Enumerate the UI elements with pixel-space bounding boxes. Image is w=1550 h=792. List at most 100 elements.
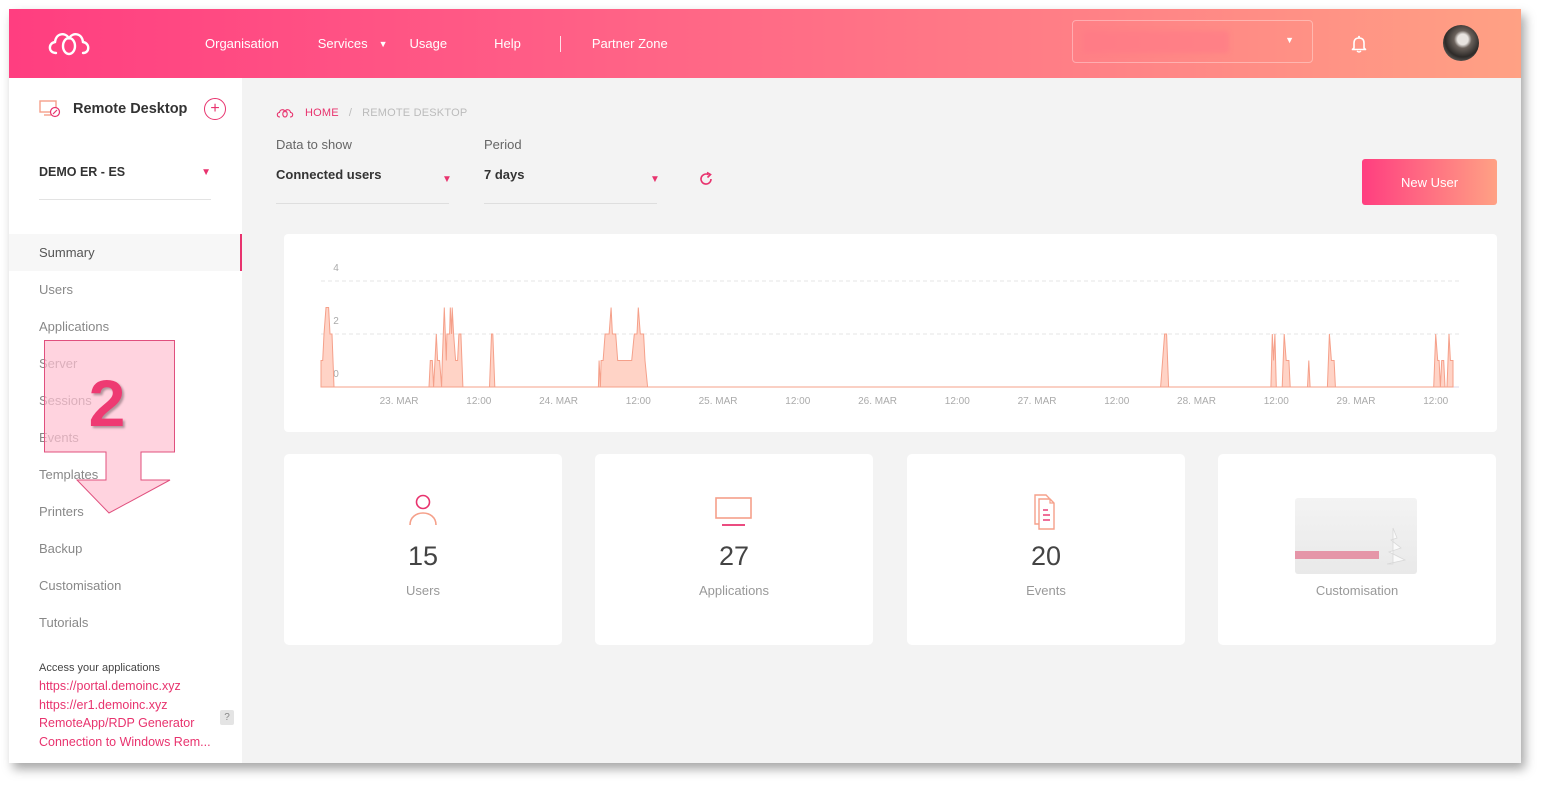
data-to-show-label: Data to show xyxy=(276,137,352,152)
period-label: Period xyxy=(484,137,522,152)
app-window: Organisation Services ▼ Usage Help Partne… xyxy=(9,9,1521,763)
x-tick-label: 12:00 xyxy=(1423,396,1448,407)
refresh-icon[interactable] xyxy=(697,170,715,188)
tile-customisation[interactable]: Customisation xyxy=(1218,454,1496,645)
y-tick-label: 2 xyxy=(333,316,339,327)
rdp-generator-link[interactable]: RemoteApp/RDP Generator xyxy=(39,714,234,733)
tile-users[interactable]: 15 Users xyxy=(284,454,562,645)
cloud-home-icon[interactable] xyxy=(276,108,294,118)
summary-tiles: 15 Users 27 Applications 20 Events Custo… xyxy=(284,454,1497,645)
nav-label: Help xyxy=(494,36,521,51)
remote-desktop-icon xyxy=(39,100,61,118)
portal-link[interactable]: https://portal.demoinc.xyz xyxy=(39,677,234,696)
tile-applications[interactable]: 27 Applications xyxy=(595,454,873,645)
monitor-icon xyxy=(715,497,752,526)
nav-services[interactable]: Services ▼ xyxy=(318,36,388,51)
x-tick-label: 23. MAR xyxy=(380,396,419,407)
sidebar-menu: Summary Users Applications Server Sessio… xyxy=(9,234,242,641)
x-tick-label: 12:00 xyxy=(466,396,491,407)
period-filter: Period 7 days ▼ xyxy=(484,137,660,204)
data-to-show-select[interactable]: Connected users ▼ xyxy=(276,157,452,204)
x-tick-label: 12:00 xyxy=(626,396,651,407)
series-area xyxy=(320,307,1454,388)
customisation-image xyxy=(1295,498,1417,574)
documents-icon xyxy=(1034,494,1055,530)
sidebar-item-tutorials[interactable]: Tutorials xyxy=(9,604,242,641)
applications-count: 27 xyxy=(718,541,750,571)
x-tick-label: 26. MAR xyxy=(858,396,897,407)
users-count: 15 xyxy=(407,541,439,571)
sidebar: Remote Desktop + DEMO ER - ES ▼ Summary … xyxy=(9,78,242,763)
cloud-logo-icon[interactable] xyxy=(45,29,95,59)
breadcrumb-separator: / xyxy=(348,107,353,119)
tile-events[interactable]: 20 Events xyxy=(907,454,1185,645)
caret-down-icon: ▼ xyxy=(378,38,388,49)
users-label: Users xyxy=(406,583,440,598)
user-icon xyxy=(409,494,437,526)
sidebar-item-server[interactable]: Server xyxy=(9,345,242,382)
chart-svg: 02423. MAR 12:00 24. MAR 12:00 25. MAR 12:00 2… xyxy=(320,263,1459,407)
breadcrumb-current: REMOTE DESKTOP xyxy=(362,107,468,119)
user-avatar[interactable] xyxy=(1443,25,1479,61)
period-select[interactable]: 7 days ▼ xyxy=(484,157,660,204)
nav-organisation[interactable]: Organisation xyxy=(205,36,279,51)
organisation-dropdown-value: DEMO ER - ES xyxy=(39,165,126,179)
nav-partner-zone[interactable]: Partner Zone xyxy=(592,36,668,51)
caret-down-icon: ▼ xyxy=(650,174,660,185)
caret-down-icon: ▼ xyxy=(442,174,452,185)
sidebar-item-events[interactable]: Events xyxy=(9,419,242,456)
organisation-selector[interactable]: ▼ xyxy=(1072,20,1313,63)
breadcrumb-home[interactable]: HOME xyxy=(305,107,339,119)
access-applications-section: Access your applications https://portal.… xyxy=(39,662,234,751)
customisation-image-bar xyxy=(1295,551,1379,559)
x-tick-label: 28. MAR xyxy=(1177,396,1216,407)
data-to-show-filter: Data to show Connected users ▼ xyxy=(276,137,452,204)
nav-label: Organisation xyxy=(205,36,279,51)
nav-label: Services xyxy=(317,36,368,51)
x-tick-label: 12:00 xyxy=(1104,396,1129,407)
y-tick-label: 4 xyxy=(333,263,339,274)
x-tick-label: 25. MAR xyxy=(699,396,738,407)
bell-icon[interactable] xyxy=(1351,35,1367,53)
top-navigation-bar: Organisation Services ▼ Usage Help Partne… xyxy=(9,9,1521,78)
help-icon[interactable]: ? xyxy=(220,710,234,725)
data-to-show-value: Connected users xyxy=(276,167,382,182)
redacted-org-name xyxy=(1083,31,1229,53)
add-service-button[interactable]: + xyxy=(204,98,226,120)
access-applications-title: Access your applications xyxy=(39,662,161,674)
connected-users-chart: 0 2 4 23. MAR 12:00 24. MAR 12:00 25. MAR 12:00 2… xyxy=(284,234,1497,432)
sidebar-item-users[interactable]: Users xyxy=(9,271,242,308)
caret-down-icon: ▼ xyxy=(201,167,211,178)
nav-usage[interactable]: Usage xyxy=(410,36,448,51)
sidebar-header: Remote Desktop xyxy=(39,100,187,118)
applications-label: Applications xyxy=(698,583,770,598)
sidebar-item-templates[interactable]: Templates xyxy=(9,456,242,493)
main-nav: Organisation Services ▼ Usage Help Partne… xyxy=(205,9,668,78)
sidebar-item-summary[interactable]: Summary xyxy=(9,234,242,271)
events-count: 20 xyxy=(1030,541,1062,571)
sidebar-item-sessions[interactable]: Sessions xyxy=(9,382,242,419)
x-tick-label: 27. MAR xyxy=(1018,396,1057,407)
customisation-label: Customisation xyxy=(1315,583,1399,598)
sidebar-item-printers[interactable]: Printers xyxy=(9,493,242,530)
nav-divider xyxy=(559,35,561,52)
sidebar-title: Remote Desktop xyxy=(73,101,188,117)
main-content: HOME / REMOTE DESKTOP Data to show Conne… xyxy=(242,78,1521,763)
windows-remote-connection-link[interactable]: Connection to Windows Rem... xyxy=(39,733,234,752)
x-tick-label: 24. MAR xyxy=(539,396,578,407)
nav-help[interactable]: Help xyxy=(494,36,521,51)
caret-down-icon: ▼ xyxy=(1285,35,1294,45)
new-user-button[interactable]: New User xyxy=(1362,159,1497,205)
nav-label: Partner Zone xyxy=(591,36,668,51)
x-tick-label: 12:00 xyxy=(785,396,810,407)
sidebar-item-backup[interactable]: Backup xyxy=(9,530,242,567)
paper-tree-icon xyxy=(1386,527,1407,565)
x-tick-label: 12:00 xyxy=(1264,396,1289,407)
er1-link[interactable]: https://er1.demoinc.xyz xyxy=(39,696,234,715)
organisation-dropdown[interactable]: DEMO ER - ES ▼ xyxy=(39,163,211,200)
breadcrumb: HOME / REMOTE DESKTOP xyxy=(276,107,467,119)
sidebar-item-customisation[interactable]: Customisation xyxy=(9,567,242,604)
sidebar-item-applications[interactable]: Applications xyxy=(9,308,242,345)
x-tick-label: 12:00 xyxy=(945,396,970,407)
events-label: Events xyxy=(1026,583,1066,598)
